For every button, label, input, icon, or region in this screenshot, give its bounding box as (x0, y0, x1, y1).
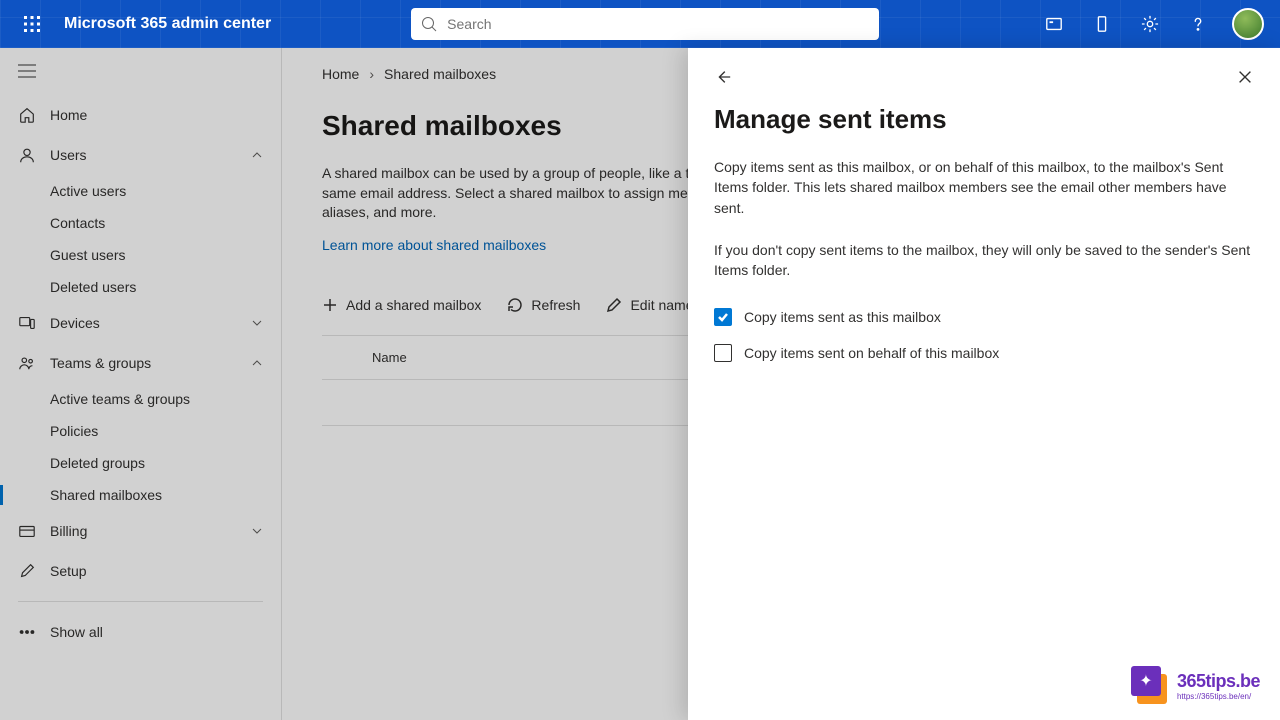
back-icon[interactable] (714, 68, 732, 86)
watermark-badge-icon: ✦ (1131, 666, 1171, 706)
nav-devices[interactable]: Devices (0, 303, 281, 343)
nav-deleted-groups[interactable]: Deleted groups (0, 447, 281, 479)
user-avatar[interactable] (1232, 8, 1264, 40)
breadcrumb-home[interactable]: Home (322, 66, 359, 82)
nav-contacts[interactable]: Contacts (0, 207, 281, 239)
plus-icon (322, 297, 338, 313)
checkbox-row-on-behalf: Copy items sent on behalf of this mailbo… (714, 344, 1254, 362)
checkbox-row-sent-as: Copy items sent as this mailbox (714, 308, 1254, 326)
edit-name-button[interactable]: Edit name (606, 297, 693, 313)
panel-para2: If you don't copy sent items to the mail… (714, 240, 1254, 281)
nav-home-label: Home (50, 107, 87, 123)
user-icon (18, 146, 36, 164)
nav-divider (18, 601, 263, 602)
manage-sent-items-panel: Manage sent items Copy items sent as thi… (688, 48, 1280, 720)
nav-setup[interactable]: Setup (0, 551, 281, 591)
column-name: Name (372, 350, 407, 365)
refresh-icon (507, 297, 523, 313)
teams-icon (18, 354, 36, 372)
nav-setup-label: Setup (50, 563, 87, 579)
checkbox-on-behalf-label: Copy items sent on behalf of this mailbo… (744, 345, 999, 361)
breadcrumb-current: Shared mailboxes (384, 66, 496, 82)
nav-show-all[interactable]: Show all (0, 612, 281, 652)
chevron-down-icon (251, 525, 263, 537)
watermark-logo: ✦ 365tips.be https://365tips.be/en/ (1131, 666, 1260, 706)
nav-users-label: Users (50, 147, 87, 163)
nav-teams[interactable]: Teams & groups (0, 343, 281, 383)
checkbox-sent-as-label: Copy items sent as this mailbox (744, 309, 941, 325)
chevron-up-icon (251, 149, 263, 161)
updates-icon[interactable] (1032, 0, 1076, 48)
watermark-url: https://365tips.be/en/ (1177, 692, 1260, 701)
nav-shared-mailboxes[interactable]: Shared mailboxes (0, 479, 281, 511)
nav-deleted-users[interactable]: Deleted users (0, 271, 281, 303)
edit-icon (606, 297, 622, 313)
chevron-down-icon (251, 317, 263, 329)
search-box[interactable] (411, 8, 879, 40)
refresh-button[interactable]: Refresh (507, 297, 580, 313)
devices-icon (18, 314, 36, 332)
nav-active-teams[interactable]: Active teams & groups (0, 383, 281, 415)
app-title: Microsoft 365 admin center (64, 15, 271, 33)
learn-more-link[interactable]: Learn more about shared mailboxes (322, 237, 546, 253)
edit-label: Edit name (630, 297, 693, 313)
add-mailbox-button[interactable]: Add a shared mailbox (322, 297, 481, 313)
panel-para1: Copy items sent as this mailbox, or on b… (714, 157, 1254, 218)
nav-show-all-label: Show all (50, 624, 103, 640)
watermark-brand: 365tips.be (1177, 671, 1260, 692)
checkbox-on-behalf[interactable] (714, 344, 732, 362)
checkbox-sent-as[interactable] (714, 308, 732, 326)
nav-billing-label: Billing (50, 523, 87, 539)
top-header: Microsoft 365 admin center (0, 0, 1280, 48)
nav-home[interactable]: Home (0, 95, 281, 135)
add-label: Add a shared mailbox (346, 297, 481, 313)
billing-icon (18, 522, 36, 540)
nav-devices-label: Devices (50, 315, 100, 331)
nav-teams-label: Teams & groups (50, 355, 151, 371)
panel-title: Manage sent items (714, 104, 1254, 135)
search-icon (421, 16, 437, 32)
settings-icon[interactable] (1128, 0, 1172, 48)
home-icon (18, 106, 36, 124)
app-launcher-icon[interactable] (8, 0, 56, 48)
nav-users[interactable]: Users (0, 135, 281, 175)
refresh-label: Refresh (531, 297, 580, 313)
breadcrumb-separator: › (369, 66, 374, 82)
nav-policies[interactable]: Policies (0, 415, 281, 447)
nav-guest-users[interactable]: Guest users (0, 239, 281, 271)
checkmark-icon (717, 311, 729, 323)
phone-icon[interactable] (1080, 0, 1124, 48)
nav-active-users[interactable]: Active users (0, 175, 281, 207)
sidebar: Home Users Active users Contacts Guest u… (0, 48, 282, 720)
nav-billing[interactable]: Billing (0, 511, 281, 551)
close-icon[interactable] (1236, 68, 1254, 86)
help-icon[interactable] (1176, 0, 1220, 48)
nav-toggle-icon[interactable] (0, 58, 281, 95)
search-input[interactable] (447, 16, 869, 32)
ellipsis-icon (18, 623, 36, 641)
setup-icon (18, 562, 36, 580)
chevron-up-icon (251, 357, 263, 369)
